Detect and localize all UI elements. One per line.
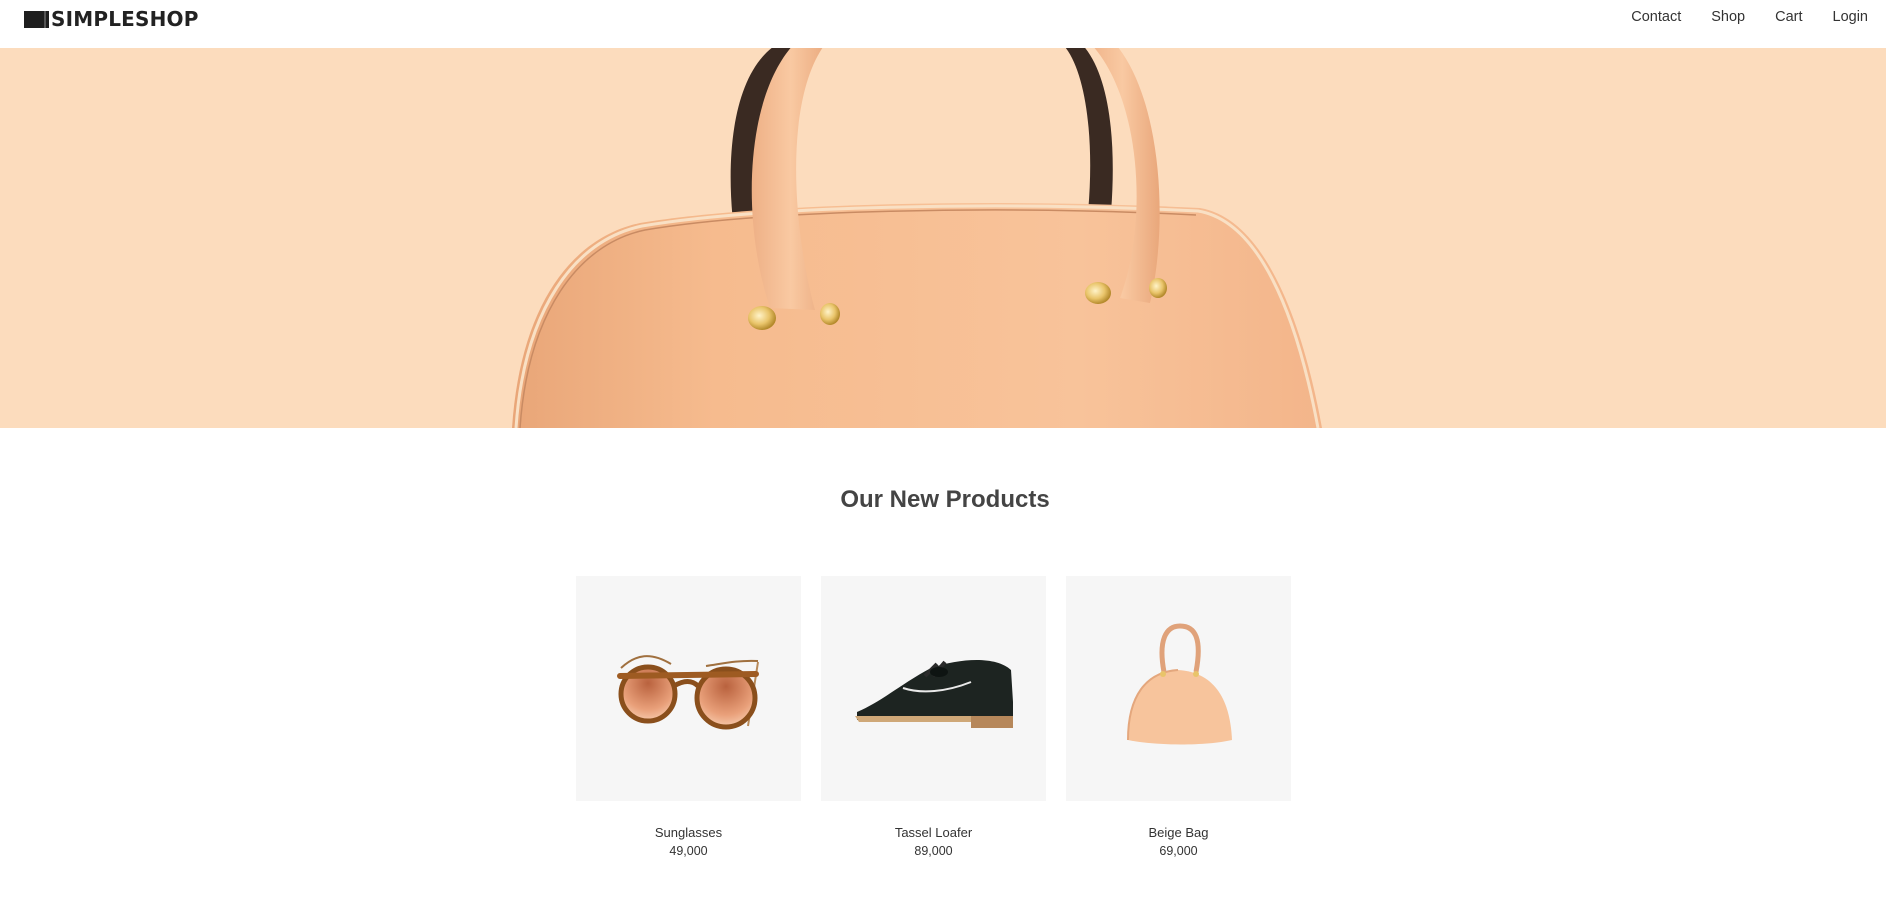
bag-icon <box>1127 623 1232 745</box>
main-nav: Contact Shop Cart Login <box>1601 9 1868 25</box>
site-header: SIMPLESHOP Contact Shop Cart Login <box>0 0 1886 48</box>
product-price: 49,000 <box>669 844 708 858</box>
loafer-icon <box>855 660 1013 728</box>
sunglasses-icon <box>617 655 759 730</box>
logo-text: SIMPLESHOP <box>51 7 199 31</box>
product-name[interactable]: Beige Bag <box>1066 825 1291 840</box>
product-grid: Sunglasses 49,000 Tassel Loafer 89,000 B… <box>576 576 1291 859</box>
product-image-tassel-loafer[interactable] <box>821 576 1046 801</box>
product-price: 69,000 <box>1159 844 1198 858</box>
logo-mark-icon <box>24 10 49 28</box>
section-title: Our New Products <box>840 486 1050 513</box>
nav-shop[interactable]: Shop <box>1711 9 1745 25</box>
nav-contact[interactable]: Contact <box>1631 9 1681 25</box>
product-name[interactable]: Sunglasses <box>576 825 801 840</box>
product-name[interactable]: Tassel Loafer <box>821 825 1046 840</box>
product-card[interactable]: Sunglasses 49,000 <box>576 576 801 859</box>
nav-cart[interactable]: Cart <box>1775 9 1802 25</box>
product-image-beige-bag[interactable] <box>1066 576 1291 801</box>
product-card[interactable]: Tassel Loafer 89,000 <box>821 576 1046 859</box>
product-image-sunglasses[interactable] <box>576 576 801 801</box>
logo[interactable]: SIMPLESHOP <box>24 7 199 31</box>
handbag-banner-image <box>512 48 1322 428</box>
product-card[interactable]: Beige Bag 69,000 <box>1066 576 1291 859</box>
hero-banner <box>0 48 1886 428</box>
product-price: 89,000 <box>914 844 953 858</box>
nav-login[interactable]: Login <box>1833 9 1868 25</box>
